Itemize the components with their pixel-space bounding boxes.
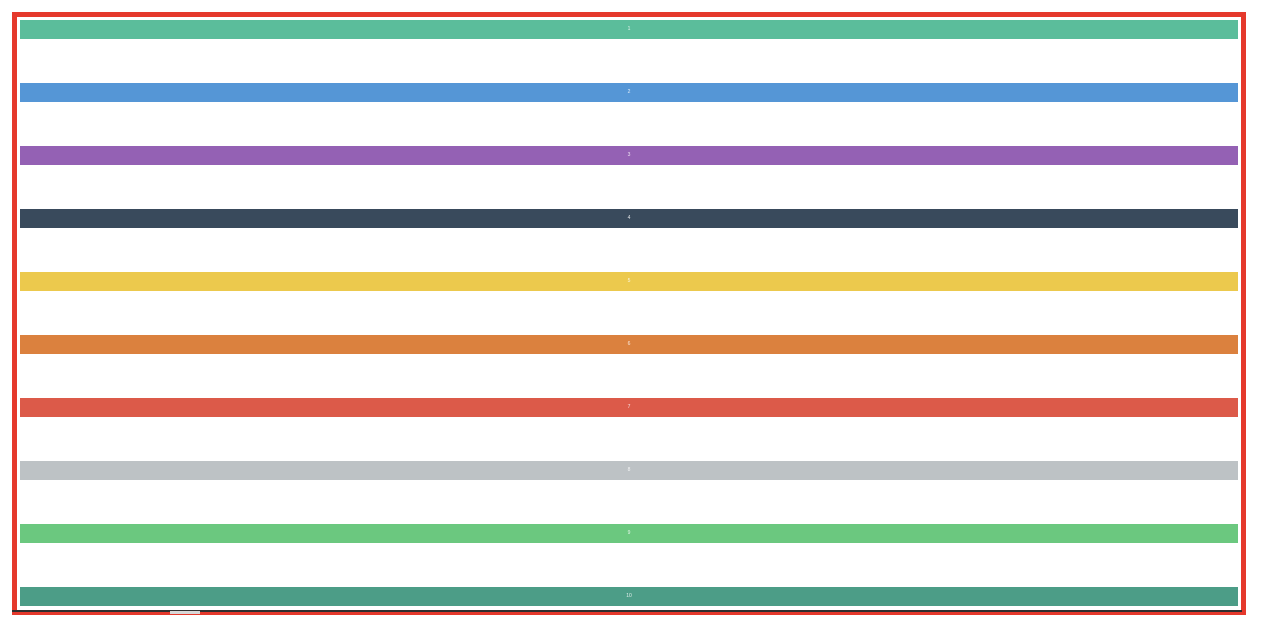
bar-label-5: 5 bbox=[627, 278, 631, 284]
bar-label-2: 2 bbox=[627, 89, 631, 95]
bar-label-7: 7 bbox=[627, 404, 631, 410]
bar-label-8: 8 bbox=[627, 467, 631, 473]
bar-label-4: 4 bbox=[627, 215, 631, 221]
bar-label-1: 1 bbox=[627, 26, 631, 32]
color-bar-7: 7 bbox=[20, 398, 1238, 417]
color-bar-3: 3 bbox=[20, 146, 1238, 165]
bar-label-3: 3 bbox=[627, 152, 631, 158]
bar-label-6: 6 bbox=[627, 341, 631, 347]
color-bar-4: 4 bbox=[20, 209, 1238, 228]
color-bar-6: 6 bbox=[20, 335, 1238, 354]
bar-label-9: 9 bbox=[627, 530, 631, 536]
scrollbar-thumb[interactable] bbox=[170, 611, 200, 614]
highlight-frame: 1 2 3 4 5 6 7 8 9 10 bbox=[12, 12, 1246, 615]
color-bar-5: 5 bbox=[20, 272, 1238, 291]
color-bar-2: 2 bbox=[20, 83, 1238, 102]
color-bar-8: 8 bbox=[20, 461, 1238, 480]
color-bar-10: 10 bbox=[20, 587, 1238, 606]
color-bar-9: 9 bbox=[20, 524, 1238, 543]
color-bar-1: 1 bbox=[20, 20, 1238, 39]
bar-label-10: 10 bbox=[626, 593, 632, 599]
